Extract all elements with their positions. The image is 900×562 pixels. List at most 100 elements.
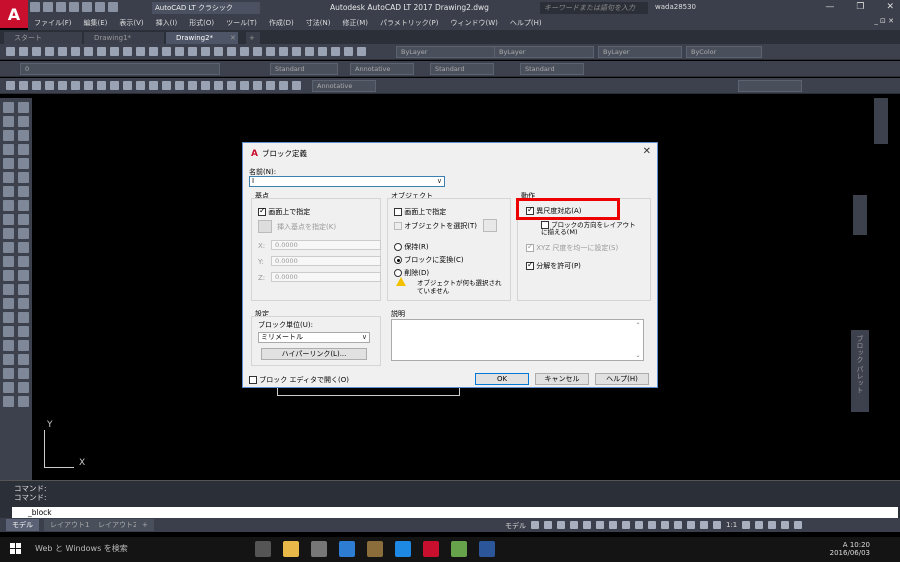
text-style-combo[interactable]: Standard bbox=[270, 63, 338, 75]
match-orientation-checkbox[interactable] bbox=[541, 221, 549, 229]
objects-specify-checkbox[interactable] bbox=[394, 208, 402, 216]
dim-style-combo[interactable]: Annotative bbox=[350, 63, 414, 75]
menu-window-controls[interactable]: _ ⊡ ✕ bbox=[874, 17, 894, 25]
menu-dimension[interactable]: 寸法(N) bbox=[306, 18, 331, 28]
tab-model[interactable]: モデル bbox=[6, 519, 39, 531]
description-scrollbar[interactable]: ⌃ ⌄ bbox=[634, 321, 642, 359]
menu-parametric[interactable]: パラメトリック(P) bbox=[380, 18, 438, 28]
annotation-scale[interactable]: 1:1 bbox=[726, 521, 737, 531]
search-input[interactable]: キーワードまたは語句を入力 bbox=[540, 2, 648, 14]
store-icon[interactable] bbox=[311, 541, 327, 557]
print-icon[interactable] bbox=[82, 2, 92, 12]
cancel-button[interactable]: キャンセル bbox=[535, 373, 589, 385]
name-combo[interactable]: I ∨ bbox=[249, 176, 445, 187]
maximize-button[interactable]: ❐ bbox=[856, 2, 864, 12]
menu-insert[interactable]: 挿入(I) bbox=[156, 18, 178, 28]
modify-tool-icons[interactable] bbox=[3, 102, 30, 407]
chevron-down-icon[interactable]: ∨ bbox=[437, 177, 442, 186]
mleader-style-combo[interactable]: Standard bbox=[520, 63, 584, 75]
dialog-close-button[interactable]: ✕ bbox=[643, 146, 651, 157]
file-tab-bar: スタート Drawing1* Drawing2* ✕ + bbox=[0, 30, 900, 44]
delete-radio[interactable] bbox=[394, 269, 402, 277]
retain-radio[interactable] bbox=[394, 243, 402, 251]
add-layout-button[interactable]: + bbox=[136, 519, 154, 531]
autocad-icon[interactable] bbox=[423, 541, 439, 557]
new-icon[interactable] bbox=[30, 2, 40, 12]
description-textarea[interactable]: ⌃ ⌄ bbox=[391, 319, 644, 361]
base-specify-checkbox[interactable] bbox=[258, 206, 266, 216]
quick-access-toolbar[interactable] bbox=[30, 2, 118, 12]
menu-modify[interactable]: 修正(M) bbox=[342, 18, 368, 28]
tab-close-icon[interactable]: ✕ bbox=[228, 32, 240, 44]
linetype-combo[interactable]: ByLayer bbox=[494, 46, 594, 58]
model-space-button[interactable]: モデル bbox=[505, 521, 526, 531]
ie-icon[interactable] bbox=[395, 541, 411, 557]
open-in-editor-checkbox[interactable] bbox=[249, 376, 257, 384]
annotative-option[interactable]: 異尺度対応(A) bbox=[526, 205, 582, 216]
system-tray[interactable]: A 10:20 2016/06/03 bbox=[830, 541, 870, 557]
annotation-scale-combo[interactable] bbox=[738, 80, 802, 92]
menu-edit[interactable]: 編集(E) bbox=[84, 18, 108, 28]
workspace-select[interactable]: AutoCAD LT クラシック bbox=[152, 2, 260, 14]
open-in-editor-option[interactable]: ブロック エディタで開く(O) bbox=[249, 375, 349, 385]
help-button[interactable]: ヘルプ(H) bbox=[595, 373, 649, 385]
retain-option[interactable]: 保持(R) bbox=[394, 242, 429, 252]
right-palette-strip-2[interactable] bbox=[853, 195, 867, 235]
tab-drawing1[interactable]: Drawing1* bbox=[84, 32, 164, 44]
block-unit-select[interactable]: ミリメートル ∨ bbox=[258, 332, 370, 343]
close-button[interactable]: ✕ bbox=[886, 2, 894, 12]
hyperlink-button[interactable]: ハイパーリンク(L)... bbox=[261, 348, 367, 360]
edge-icon[interactable] bbox=[339, 541, 355, 557]
menu-help[interactable]: ヘルプ(H) bbox=[510, 18, 542, 28]
save-as-icon[interactable] bbox=[69, 2, 79, 12]
objects-specify-on-screen[interactable]: 画面上で指定 bbox=[394, 207, 446, 217]
minimize-button[interactable]: — bbox=[825, 2, 834, 12]
app-logo[interactable]: A bbox=[0, 0, 28, 28]
convert-radio[interactable] bbox=[394, 256, 402, 264]
windows-start-icon[interactable] bbox=[10, 543, 22, 555]
redo-icon[interactable] bbox=[108, 2, 118, 12]
menu-window[interactable]: ウィンドウ(W) bbox=[450, 18, 497, 28]
undo-icon[interactable] bbox=[95, 2, 105, 12]
save-icon[interactable] bbox=[56, 2, 66, 12]
select-objects-button[interactable]: オブジェクトを選択(T) bbox=[394, 221, 477, 231]
tab-layout1[interactable]: レイアウト1 bbox=[44, 519, 96, 531]
menu-tools[interactable]: ツール(T) bbox=[226, 18, 257, 28]
menu-draw[interactable]: 作成(D) bbox=[269, 18, 294, 28]
chevron-down-icon[interactable]: ∨ bbox=[362, 333, 367, 342]
menu-format[interactable]: 形式(O) bbox=[189, 18, 214, 28]
standard-toolbar-icons[interactable] bbox=[6, 47, 366, 56]
word-icon[interactable] bbox=[479, 541, 495, 557]
status-toggle-icons[interactable]: モデル 1:1 bbox=[505, 521, 803, 531]
menu-file[interactable]: ファイル(F) bbox=[34, 18, 72, 28]
user-name[interactable]: wada28530 bbox=[655, 3, 696, 11]
layer-combo[interactable]: 0 bbox=[20, 63, 220, 75]
base-specify-on-screen[interactable]: 画面上で指定 bbox=[258, 206, 310, 217]
allow-explode-option[interactable]: 分解を許可(P) bbox=[526, 260, 581, 271]
task-view-icon[interactable] bbox=[255, 541, 271, 557]
menu-view[interactable]: 表示(V) bbox=[119, 18, 143, 28]
taskbar-search[interactable]: Web と Windows を検索 bbox=[35, 543, 128, 554]
lineweight-combo[interactable]: ByLayer bbox=[598, 46, 682, 58]
right-palette-strip[interactable] bbox=[874, 98, 888, 144]
quick-select-icon[interactable] bbox=[483, 219, 497, 232]
plotstyle-combo[interactable]: ByColor bbox=[686, 46, 762, 58]
media-icon[interactable] bbox=[367, 541, 383, 557]
match-orientation-option[interactable]: ブロックの方向をレイアウトに揃える(M) bbox=[541, 221, 641, 236]
clock-date: 2016/06/03 bbox=[829, 549, 870, 557]
command-input[interactable]: _block bbox=[12, 507, 898, 518]
ok-button[interactable]: OK bbox=[475, 373, 529, 385]
annotative-combo[interactable]: Annotative bbox=[312, 80, 376, 92]
convert-option[interactable]: ブロックに変換(C) bbox=[394, 255, 464, 265]
new-tab-button[interactable]: + bbox=[246, 32, 260, 44]
allow-explode-checkbox[interactable] bbox=[526, 260, 534, 270]
file-explorer-icon[interactable] bbox=[283, 541, 299, 557]
open-icon[interactable] bbox=[43, 2, 53, 12]
color-combo[interactable]: ByLayer bbox=[396, 46, 500, 58]
draw-toolbar-icons[interactable] bbox=[6, 81, 301, 90]
table-style-combo[interactable]: Standard bbox=[430, 63, 494, 75]
app-icon[interactable] bbox=[451, 541, 467, 557]
tab-start[interactable]: スタート bbox=[4, 32, 82, 44]
annotative-checkbox[interactable] bbox=[526, 205, 534, 215]
taskbar-apps[interactable] bbox=[255, 541, 495, 557]
